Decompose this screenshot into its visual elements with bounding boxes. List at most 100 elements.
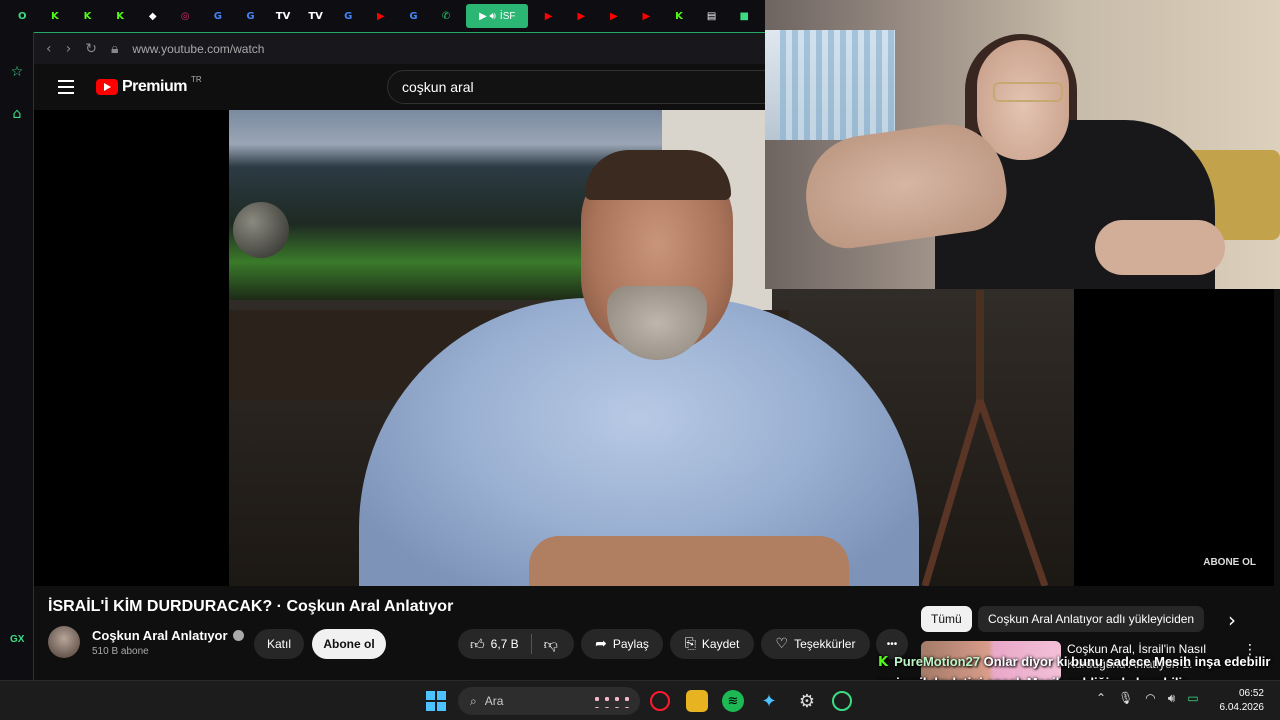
tripod <box>921 290 1049 586</box>
browser-tab[interactable]: ✆ <box>430 0 463 32</box>
microphone-icon[interactable]: 🎙︎ <box>1118 691 1133 706</box>
document-icon: ▤ <box>706 10 717 22</box>
browser-tab[interactable]: G <box>234 0 267 32</box>
search-icon: ⌕ <box>470 693 477 708</box>
video-title: İSRAİL'İ KİM DURDURACAK? · Coşkun Aral A… <box>48 598 454 615</box>
browser-tab[interactable]: ▶ <box>532 0 565 32</box>
youtube-icon: ▶ <box>609 10 618 22</box>
youtube-icon: ▶ <box>544 10 553 22</box>
browser-tab[interactable]: ◆ <box>136 0 169 32</box>
tv-icon: TV <box>308 10 323 22</box>
thanks-button[interactable]: ♡ Teşekkürler <box>761 629 870 659</box>
opera-gx-icon[interactable] <box>650 691 670 711</box>
kick-icon: K <box>878 655 889 670</box>
search-input[interactable]: coşkun aral <box>387 70 767 104</box>
opera-icon: O <box>18 10 27 22</box>
clock-date: 6.04.2026 <box>1219 702 1265 713</box>
browser-tab[interactable]: ▶ <box>598 0 631 32</box>
gx-label[interactable]: GX <box>10 634 24 645</box>
like-icon[interactable]: 👍︎ <box>470 636 485 653</box>
subscriber-count: 510 B abone <box>92 646 149 657</box>
webcam-overlay <box>765 0 1280 289</box>
glasses <box>993 82 1063 102</box>
browser-tab[interactable]: G <box>202 0 235 32</box>
join-button[interactable]: Katıl <box>254 629 304 659</box>
channel-name-text[interactable]: Coşkun Aral Anlatıyor <box>92 628 228 643</box>
browser-tab[interactable]: K <box>663 0 696 32</box>
browser-tab[interactable]: ▶ <box>365 0 398 32</box>
save-button[interactable]: ⎘ Kaydet <box>670 629 754 659</box>
verified-icon <box>232 630 244 641</box>
chips-next-icon[interactable]: › <box>1228 608 1236 632</box>
google-icon: G <box>213 10 222 22</box>
windows-start-icon[interactable] <box>426 691 446 711</box>
windows-taskbar: ⌕ Ara ≋ ✦ ⚙ ⌃ 🎙︎ ◠ 🔊︎ ▭ 06:52 6.04.2026 <box>0 680 1280 720</box>
share-label: Paylaş <box>612 637 649 651</box>
subscribe-watermark[interactable]: ABONE OL <box>1203 557 1256 568</box>
app-icon[interactable]: ✦ <box>758 690 780 712</box>
steam-icon[interactable]: ⚙ <box>796 690 818 712</box>
star-icon[interactable]: ☆ <box>9 64 25 80</box>
flowers-decoration <box>592 694 632 708</box>
whatsapp-icon: ✆ <box>441 10 451 22</box>
youtube-logo-text: Premium <box>122 78 187 95</box>
chip-uploader[interactable]: Coşkun Aral Anlatıyor adlı yükleyiciden <box>978 606 1205 632</box>
kick-icon: K <box>51 10 59 22</box>
file-explorer-icon[interactable] <box>686 690 708 712</box>
kick-icon: K <box>83 10 92 22</box>
like-dislike-group: 👍︎ 6,7 B 👎︎ <box>458 629 574 659</box>
chevron-up-icon[interactable]: ⌃ <box>1096 691 1106 706</box>
share-button[interactable]: ➦ Paylaş <box>581 629 663 659</box>
browser-tab[interactable]: ◎ <box>169 0 202 32</box>
browser-tab[interactable]: ▶ <box>565 0 598 32</box>
back-icon[interactable]: ‹ <box>46 41 52 57</box>
browser-tab[interactable]: ▤ <box>695 0 728 32</box>
volume-icon[interactable]: 🔊︎ <box>1168 691 1176 706</box>
forward-icon[interactable]: › <box>66 41 72 57</box>
channel-name[interactable]: Coşkun Aral Anlatıyor <box>92 628 244 643</box>
browser-tab[interactable]: G <box>397 0 430 32</box>
hamburger-menu-icon[interactable] <box>58 80 74 98</box>
browser-tab[interactable]: ■ <box>728 0 761 32</box>
taskbar-search-placeholder: Ara <box>484 694 504 708</box>
reload-icon[interactable]: ↻ <box>85 41 97 57</box>
wifi-icon[interactable]: ◠ <box>1145 691 1155 706</box>
chat-username: PureMotion27 <box>894 654 981 669</box>
chip-all[interactable]: Tümü <box>921 606 972 632</box>
taskbar-search[interactable]: ⌕ Ara <box>458 687 640 715</box>
active-tab-label: İSF <box>499 10 516 22</box>
browser-tab[interactable]: TV <box>299 0 332 32</box>
instagram-icon: ◎ <box>180 10 190 22</box>
browser-tab[interactable]: G <box>332 0 365 32</box>
channel-avatar[interactable] <box>48 626 80 658</box>
battery-icon[interactable]: ▭ <box>1187 691 1198 706</box>
hair <box>585 150 731 200</box>
app-icon[interactable] <box>832 691 852 711</box>
subscribe-button[interactable]: Abone ol <box>312 629 386 659</box>
youtube-icon: ▶ <box>577 10 586 22</box>
browser-tab[interactable]: K <box>71 0 104 32</box>
divider <box>530 634 532 654</box>
url-text[interactable]: www.youtube.com/watch <box>132 42 264 56</box>
google-icon: G <box>409 10 418 22</box>
like-count[interactable]: 6,7 B <box>491 637 519 651</box>
audio-icon[interactable]: ▶ 🔊︎ <box>479 11 496 22</box>
clock[interactable]: 06:52 6.04.2026 <box>1218 687 1265 715</box>
browser-tab[interactable]: TV <box>267 0 300 32</box>
youtube-logo[interactable]: Premium TR <box>96 74 202 96</box>
spotify-icon[interactable]: ≋ <box>722 690 744 712</box>
browser-tab[interactable]: O <box>6 0 39 32</box>
youtube-icon: ▶ <box>376 10 385 22</box>
browser-tab[interactable]: K <box>39 0 72 32</box>
browser-sidebar: ☆ ⌂ ⋯ <box>0 32 34 701</box>
active-tab[interactable]: ▶ 🔊︎ İSF <box>466 4 529 28</box>
kick-icon: K <box>675 10 683 22</box>
browser-tab[interactable]: K <box>104 0 137 32</box>
thanks-label: Teşekkürler <box>794 637 856 651</box>
dislike-icon[interactable]: 👎︎ <box>544 636 558 653</box>
bag-icon[interactable]: ⌂ <box>9 106 25 122</box>
thanks-icon: ♡ <box>775 636 789 652</box>
curtain <box>780 30 895 140</box>
country-code: TR <box>190 74 202 84</box>
browser-tab[interactable]: ▶ <box>630 0 663 32</box>
